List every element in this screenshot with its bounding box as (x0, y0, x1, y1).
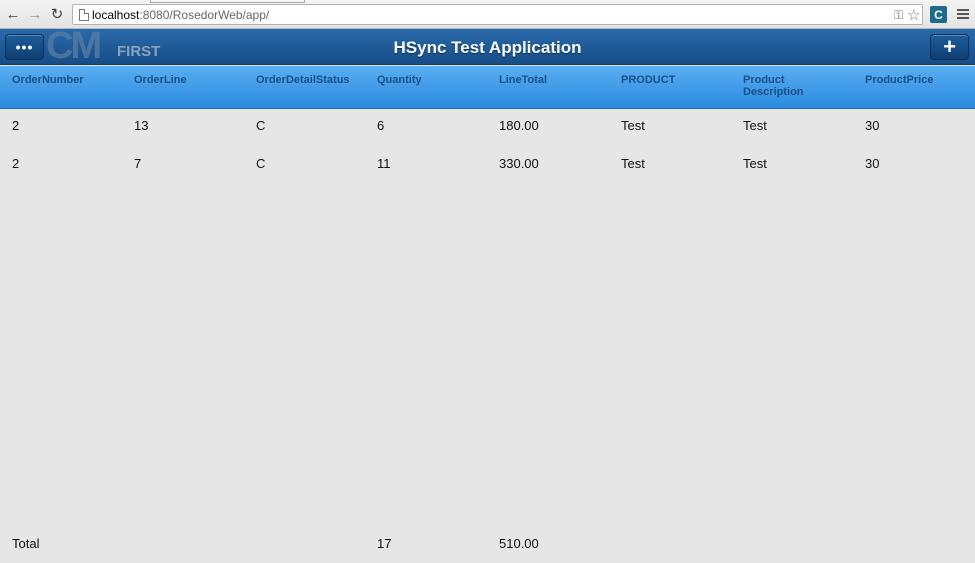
column-header-line-total[interactable]: LineTotal (499, 74, 617, 86)
cell-product-description: Test (743, 118, 767, 133)
cell-product-description: Test (743, 156, 767, 171)
column-header-order-number[interactable]: OrderNumber (12, 74, 130, 86)
total-quantity: 17 (377, 536, 392, 551)
address-bar[interactable]: localhost:8080/RosedorWeb/app/ ⚿ ☆ (72, 4, 923, 25)
column-header-order-line[interactable]: OrderLine (134, 74, 252, 86)
cell-order-detail-status: C (256, 118, 266, 133)
key-icon[interactable]: ⚿ (894, 8, 903, 23)
column-header-quantity[interactable]: Quantity (377, 74, 495, 86)
cell-order-detail-status: C (256, 156, 266, 171)
table-row[interactable]: 2 7 C 11 330.00 Test Test 30 (0, 149, 975, 179)
cell-product: Test (621, 156, 645, 171)
reload-icon[interactable]: ↻ (49, 6, 65, 22)
star-bookmark-icon[interactable]: ☆ (907, 6, 920, 24)
total-label: Total (12, 536, 40, 551)
column-header-product-description[interactable]: Product Description (743, 74, 833, 98)
cell-quantity: 11 (377, 156, 391, 171)
column-header-product[interactable]: PRODUCT (621, 74, 739, 86)
cell-order-line: 7 (134, 156, 142, 171)
app-header: ••• CM FIRST HSync Test Application + (0, 25, 975, 67)
table-footer-totals: Total 17 510.00 (0, 529, 975, 559)
browser-tab[interactable] (150, 0, 305, 3)
url-text: localhost:8080/RosedorWeb/app/ (92, 8, 270, 22)
back-arrow-icon[interactable]: ← (5, 6, 21, 22)
cell-product-price: 30 (865, 118, 880, 133)
extension-icon[interactable]: C (930, 6, 947, 23)
page-icon (79, 9, 89, 21)
page-title: HSync Test Application (393, 38, 582, 57)
cell-order-line: 13 (134, 118, 149, 133)
cell-order-number: 2 (12, 156, 20, 171)
cell-order-number: 2 (12, 118, 20, 133)
table-header: OrderNumber OrderLine OrderDetailStatus … (0, 66, 975, 109)
total-line-total: 510.00 (499, 536, 539, 551)
forward-arrow-icon[interactable]: → (27, 6, 43, 22)
cell-line-total: 330.00 (499, 156, 539, 171)
column-header-product-price[interactable]: ProductPrice (865, 74, 975, 86)
cell-product: Test (621, 118, 645, 133)
column-header-order-detail-status[interactable]: OrderDetailStatus (256, 74, 374, 86)
add-button[interactable]: + (930, 34, 969, 60)
table-row[interactable]: 2 13 C 6 180.00 Test Test 30 (0, 111, 975, 141)
cell-quantity: 6 (377, 118, 385, 133)
browser-menu-icon[interactable] (957, 9, 969, 20)
cell-product-price: 30 (865, 156, 880, 171)
cell-line-total: 180.00 (499, 118, 539, 133)
browser-toolbar: ← → ↻ localhost:8080/RosedorWeb/app/ ⚿ ☆… (0, 0, 975, 29)
